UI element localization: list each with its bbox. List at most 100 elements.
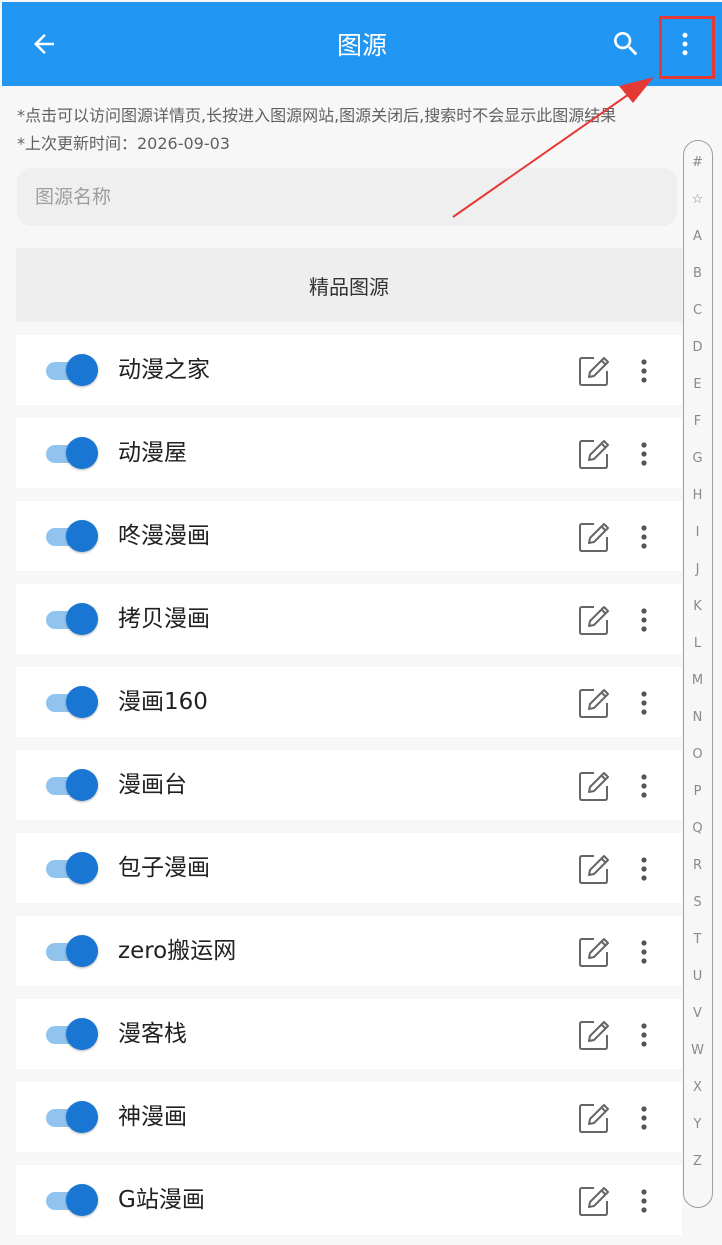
source-name: 动漫屋 [118,440,187,466]
source-more-button[interactable] [632,1018,656,1052]
source-row[interactable]: 漫画台 [16,750,682,820]
source-row[interactable]: 神漫画 [16,1082,682,1152]
alphabet-index-letter[interactable]: C [684,303,711,319]
alphabet-index-letter[interactable]: E [684,377,711,393]
source-more-button[interactable] [632,686,656,720]
source-more-button[interactable] [632,1184,656,1218]
source-name: zero搬运网 [118,938,237,964]
alphabet-index-letter[interactable]: I [684,525,711,541]
search-icon [614,32,638,56]
alphabet-index-letter[interactable]: G [684,451,711,467]
alphabet-index-letter[interactable]: Z [684,1154,711,1170]
edit-icon [579,855,609,884]
alphabet-index-letter[interactable]: S [684,895,711,911]
edit-source-button[interactable] [577,1101,611,1135]
source-name-search-input[interactable] [33,176,661,218]
edit-source-button[interactable] [577,603,611,637]
edit-source-button[interactable] [577,1018,611,1052]
more-vert-icon [641,359,647,383]
source-toggle[interactable] [46,519,100,553]
alphabet-index-letter[interactable]: Y [684,1117,711,1133]
source-toggle[interactable] [46,1017,100,1051]
alphabet-index-letter[interactable]: R [684,858,711,874]
alphabet-index-bar[interactable]: # ☆ A B C D E F G H I J K L M N O P Q R S T U V W X Y Z [683,140,713,1208]
source-toggle[interactable] [46,934,100,968]
edit-source-button[interactable] [577,852,611,886]
source-row[interactable]: zero搬运网 [16,916,682,986]
alphabet-index-letter[interactable]: K [684,599,711,615]
edit-source-button[interactable] [577,686,611,720]
edit-source-button[interactable] [577,520,611,554]
edit-icon [579,440,609,469]
source-more-button[interactable] [632,1101,656,1135]
edit-source-button[interactable] [577,437,611,471]
source-row[interactable]: 拷贝漫画 [16,584,682,654]
source-toggle[interactable] [46,436,100,470]
alphabet-index-letter[interactable]: U [684,969,711,985]
alphabet-index-letter[interactable]: ☆ [684,192,711,208]
source-more-button[interactable] [632,769,656,803]
alphabet-index-letter[interactable]: # [684,155,711,171]
more-vert-icon [641,940,647,964]
source-more-button[interactable] [632,520,656,554]
source-more-button[interactable] [632,852,656,886]
source-row[interactable]: 咚漫漫画 [16,501,682,571]
source-more-button[interactable] [632,437,656,471]
alphabet-index-letter[interactable]: D [684,340,711,356]
more-vert-icon [641,1189,647,1213]
alphabet-index-letter[interactable]: J [684,562,711,578]
alphabet-index-letter[interactable]: Q [684,821,711,837]
toggle-thumb [66,769,98,801]
source-row[interactable]: 动漫屋 [16,418,682,488]
edit-source-button[interactable] [577,1184,611,1218]
source-toggle[interactable] [46,602,100,636]
back-button[interactable] [24,24,64,64]
app-bar: 图源 [2,2,722,86]
edit-source-button[interactable] [577,769,611,803]
toggle-thumb [66,354,98,386]
arrow-back-icon [34,34,54,54]
toggle-thumb [66,852,98,884]
source-more-button[interactable] [632,354,656,388]
source-row[interactable]: 包子漫画 [16,833,682,903]
more-vert-icon [641,1106,647,1130]
source-toggle[interactable] [46,685,100,719]
source-row[interactable]: 动漫之家 [16,335,682,405]
alphabet-index-letter[interactable]: P [684,784,711,800]
edit-source-button[interactable] [577,935,611,969]
alphabet-index-letter[interactable]: N [684,710,711,726]
more-vert-icon [641,857,647,881]
alphabet-index-letter[interactable]: B [684,266,711,282]
source-more-button[interactable] [632,603,656,637]
alphabet-index-letter[interactable]: A [684,229,711,245]
alphabet-index-letter[interactable]: T [684,932,711,948]
alphabet-index-letter[interactable]: V [684,1006,711,1022]
edit-icon [579,938,609,967]
alphabet-index-letter[interactable]: O [684,747,711,763]
alphabet-index-letter[interactable]: L [684,636,711,652]
edit-icon [579,772,609,801]
source-row[interactable]: G站漫画 [16,1165,682,1235]
source-row[interactable]: 漫客栈 [16,999,682,1069]
source-name: 动漫之家 [118,357,210,383]
alphabet-index-letter[interactable]: F [684,414,711,430]
toggle-thumb [66,935,98,967]
alphabet-index-letter[interactable]: W [684,1043,711,1059]
alphabet-index-letter[interactable]: M [684,673,711,689]
alphabet-index-letter[interactable]: X [684,1080,711,1096]
source-row[interactable]: 漫画160 [16,667,682,737]
source-toggle[interactable] [46,851,100,885]
toggle-thumb [66,1101,98,1133]
info-note-usage: *点击可以访问图源详情页,长按进入图源网站,图源关闭后,搜索时不会显示此图源结果 [17,106,617,125]
alphabet-index-letter[interactable]: H [684,488,711,504]
source-toggle[interactable] [46,768,100,802]
source-toggle[interactable] [46,1183,100,1217]
search-button[interactable] [606,24,646,64]
source-toggle[interactable] [46,353,100,387]
more-vert-icon [641,774,647,798]
source-more-button[interactable] [632,935,656,969]
source-manager-screen: 图源 *点击可以访问图源详情页,长按进入图源网站,图源关闭后,搜索时不会显示此图… [0,0,722,1245]
more-vert-icon [641,608,647,632]
edit-source-button[interactable] [577,354,611,388]
source-toggle[interactable] [46,1100,100,1134]
